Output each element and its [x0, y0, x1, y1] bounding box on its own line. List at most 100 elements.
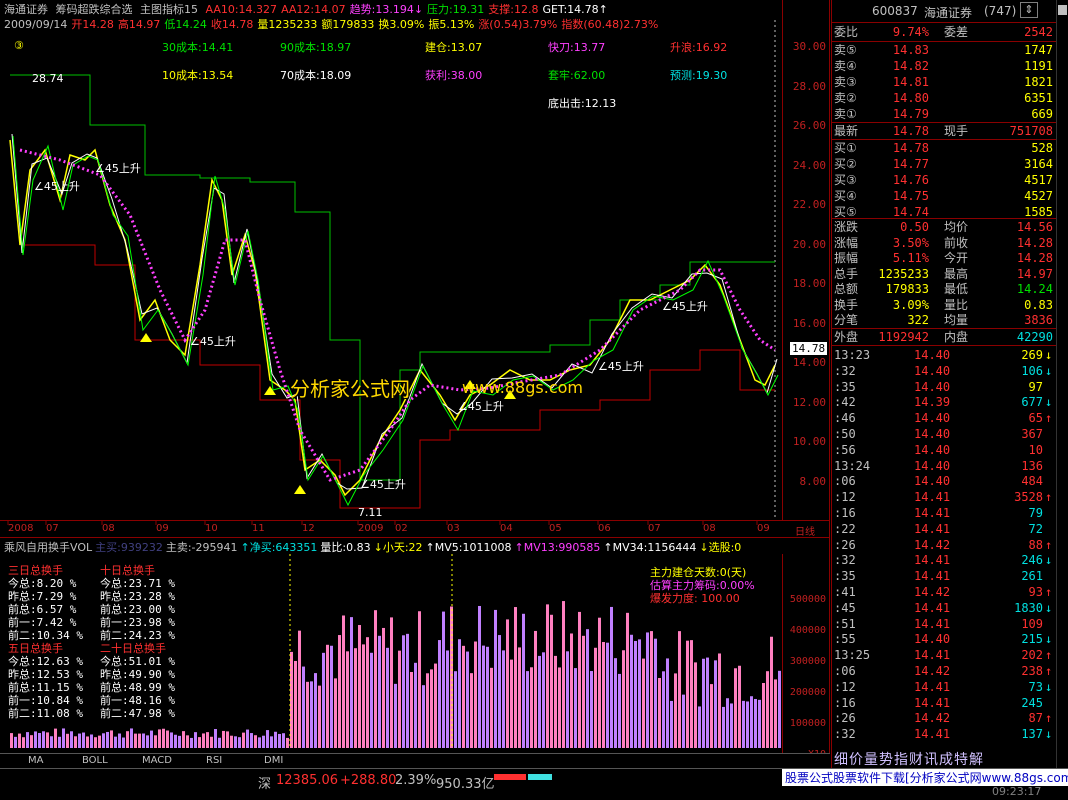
template-name[interactable]: 主图指标15 — [140, 3, 198, 16]
volume-panel[interactable]: 乘风自用换手VOL 主买:939232 主卖:-295941 ↑净买:643351 量比… — [0, 537, 830, 760]
volume-bar — [486, 646, 489, 748]
volume-bar — [202, 733, 205, 748]
volume-bar — [750, 696, 753, 748]
volume-bar — [26, 732, 29, 748]
ask-label: 卖⑤ — [834, 43, 857, 57]
header-value: AA10:14.327 — [205, 3, 278, 16]
tab-macd[interactable]: MACD — [142, 755, 172, 766]
volume-bar — [102, 733, 105, 748]
volume-bar — [34, 731, 37, 748]
header-value: 趋势:13.194↓ — [349, 3, 424, 16]
tick-price: 14.40 — [914, 632, 951, 647]
volume-bar — [438, 640, 441, 748]
stat-value: 14.24 — [1016, 282, 1053, 296]
volume-bar — [514, 607, 517, 748]
tick-row: :35 14.41 261 — [832, 568, 1057, 584]
switch-icon[interactable]: ⇕ — [1020, 2, 1038, 18]
tick-volume: 137 — [1021, 727, 1043, 742]
quote-tab-buttons[interactable]: 细价量势指财讯成特解 — [832, 748, 1057, 768]
ask-row[interactable]: 卖⑤ 14.83 1747 — [832, 42, 1057, 58]
volume-bar — [590, 671, 593, 748]
weibi-row: 委比 9.74% 委差 2542 — [832, 24, 1057, 40]
tick-price: 14.41 — [914, 695, 951, 710]
tab-dmi[interactable]: DMI — [264, 755, 283, 766]
tab-boll[interactable]: BOLL — [82, 755, 108, 766]
ask-row[interactable]: 卖④ 14.82 1191 — [832, 58, 1057, 74]
tick-row: :22 14.41 72 — [832, 521, 1057, 537]
volume-bar — [126, 731, 129, 748]
tab-ma[interactable]: MA — [28, 755, 43, 766]
volume-bar — [298, 630, 301, 748]
price-tick: 24.00 — [792, 158, 826, 172]
volume-bar — [546, 604, 549, 748]
volume-bar — [638, 639, 641, 748]
ask-price: 14.81 — [892, 75, 929, 89]
volume-bar — [230, 735, 233, 748]
volume-bar — [518, 647, 521, 748]
tick-price: 14.41 — [914, 490, 951, 505]
ohlc-value: 换3.09% — [378, 18, 425, 31]
volume-bar — [610, 606, 613, 748]
quote-tab-buttons-label[interactable]: 细价量势指财讯成特解 — [834, 749, 984, 769]
tick-time: :16 — [834, 506, 856, 520]
volume-bar — [510, 659, 513, 748]
price-line-green — [12, 135, 779, 507]
volume-bar — [710, 684, 713, 748]
cost-label: 建仓:13.07 — [425, 41, 483, 54]
tick-price: 14.40 — [914, 458, 951, 473]
tick-time: :12 — [834, 490, 856, 505]
price-tick: 16.00 — [792, 316, 826, 330]
turnover-row: 前二:10.34 % — [8, 629, 83, 642]
scroll-up-icon[interactable] — [1058, 5, 1067, 15]
tab-rsi[interactable]: RSI — [206, 755, 222, 766]
tick-row: 13:23 14.40 269 ↓ — [832, 347, 1057, 363]
inner-label: 内盘 — [944, 330, 969, 344]
volume-bar — [94, 737, 97, 748]
outer-value: 1192942 — [878, 330, 929, 344]
volume-header-value: ↑净买:643351 — [240, 541, 318, 554]
price-tick: 22.00 — [792, 198, 826, 211]
price-chart-panel[interactable]: 28.74 7.11 ∠45上升 ∠45上升 ∠45上升 ∠45上升 ∠45上升 ∠45上升 ∠… — [0, 0, 830, 538]
ask-row[interactable]: 卖① 14.79 669 — [832, 106, 1057, 122]
volume-bar — [554, 655, 557, 748]
volume-bar — [466, 651, 469, 748]
stat-label: 总额 — [834, 282, 859, 296]
tick-volume: 246 — [1021, 553, 1043, 568]
volume-bar — [574, 668, 577, 748]
volume-bar — [130, 728, 133, 748]
stat-value: 5.11% — [892, 251, 929, 265]
volume-bar — [458, 639, 461, 748]
tick-time: :35 — [834, 569, 856, 584]
clock: 09:23:17 — [992, 785, 1042, 798]
ask-price: 14.83 — [892, 43, 929, 57]
date-axis: 2008 07 08 09 10 11 12 2009 02 03 04 05 06 07 08 09 日线 — [0, 520, 830, 538]
volume-bar — [110, 730, 113, 748]
volume-bar — [498, 635, 501, 748]
volume-bar — [214, 729, 217, 748]
advert-link[interactable]: 股票公式股票软件下载[分析家公式网www.88gs.com] — [782, 769, 1068, 786]
stat-label: 换手 — [834, 297, 859, 312]
tick-row: :35 14.40 97 — [832, 379, 1057, 395]
volume-bar — [338, 635, 341, 748]
volume-bar — [18, 733, 21, 748]
quote-scrollbar[interactable] — [1056, 0, 1068, 768]
volume-bar — [86, 736, 89, 748]
ask-row[interactable]: 卖③ 14.81 1821 — [832, 74, 1057, 90]
stat-value: 14.97 — [1016, 266, 1053, 281]
bid-row[interactable]: 买① 14.78 528 — [832, 140, 1057, 156]
turnover-row: 前总:48.99 % — [100, 681, 175, 694]
ask-row[interactable]: 卖② 14.80 6351 — [832, 90, 1057, 106]
tick-time: :55 — [834, 632, 856, 647]
angle-annotation: ∠45上升 — [190, 335, 236, 348]
volume-bar — [686, 640, 689, 748]
volume-legend-item: 爆发力度: 100.00 — [650, 592, 740, 605]
bid-row[interactable]: 买③ 14.76 4517 — [832, 172, 1057, 188]
tick-direction-icon: ↓ — [1045, 395, 1053, 410]
bid-row[interactable]: 买④ 14.75 4527 — [832, 188, 1057, 204]
tick-price: 14.42 — [914, 711, 951, 726]
volume-bar — [654, 638, 657, 748]
stat-label: 均价 — [944, 220, 969, 234]
bid-row[interactable]: 买② 14.77 3164 — [832, 156, 1057, 172]
indicator-name[interactable]: 筹码超跌综合选 — [56, 3, 133, 16]
stock-terminal-window: 28.74 7.11 ∠45上升 ∠45上升 ∠45上升 ∠45上升 ∠45上升 ∠45上升 ∠… — [0, 0, 1068, 800]
